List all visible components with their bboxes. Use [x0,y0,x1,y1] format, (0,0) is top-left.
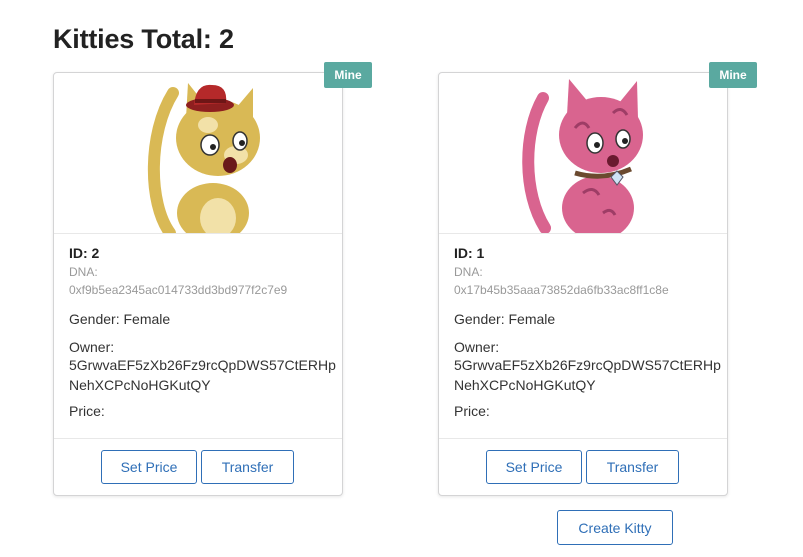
transfer-button[interactable]: Transfer [201,450,294,484]
owner-label: Owner: [69,339,115,355]
pink-cat-illustration [522,79,643,233]
owner-address: 5GrwvaEF5zXb26Fz9rcQpDWS57CtERHpNehXCPcN… [454,357,721,393]
owner-address: 5GrwvaEF5zXb26Fz9rcQpDWS57CtERHpNehXCPcN… [69,357,336,393]
dna-value: 0x17b45b35aaa73852da6fb33ac8ff1c8e [454,283,669,297]
kitty-id: ID: 2 [69,245,100,261]
card-divider [54,438,342,439]
gender-text: Gender: Female [454,311,556,327]
gender-text: Gender: Female [69,311,171,327]
set-price-button[interactable]: Set Price [486,450,582,484]
page-title: Kitties Total: 2 [53,24,234,54]
kitty-card: Mine ID: 2 DNA: 0xf9b5ea2345ac014733dd3b… [53,62,372,496]
dna-label: DNA: [69,265,98,279]
price-text: Price: [69,403,105,419]
kitty-image [439,73,727,234]
card-divider [439,438,727,439]
dna-value: 0xf9b5ea2345ac014733dd3bd977f2c7e9 [69,283,288,297]
kitty-id: ID: 1 [454,245,485,261]
yellow-cat-illustration [147,83,260,233]
owner-label: Owner: [454,339,500,355]
set-price-button[interactable]: Set Price [101,450,197,484]
dna-label: DNA: [454,265,483,279]
create-kitty-button[interactable]: Create Kitty [557,510,673,545]
kitty-image [54,73,342,234]
price-text: Price: [454,403,490,419]
transfer-button[interactable]: Transfer [586,450,679,484]
kitty-card: Mine ID: 1 DNA: 0x17b45b35aaa73852da6fb3… [438,62,757,496]
